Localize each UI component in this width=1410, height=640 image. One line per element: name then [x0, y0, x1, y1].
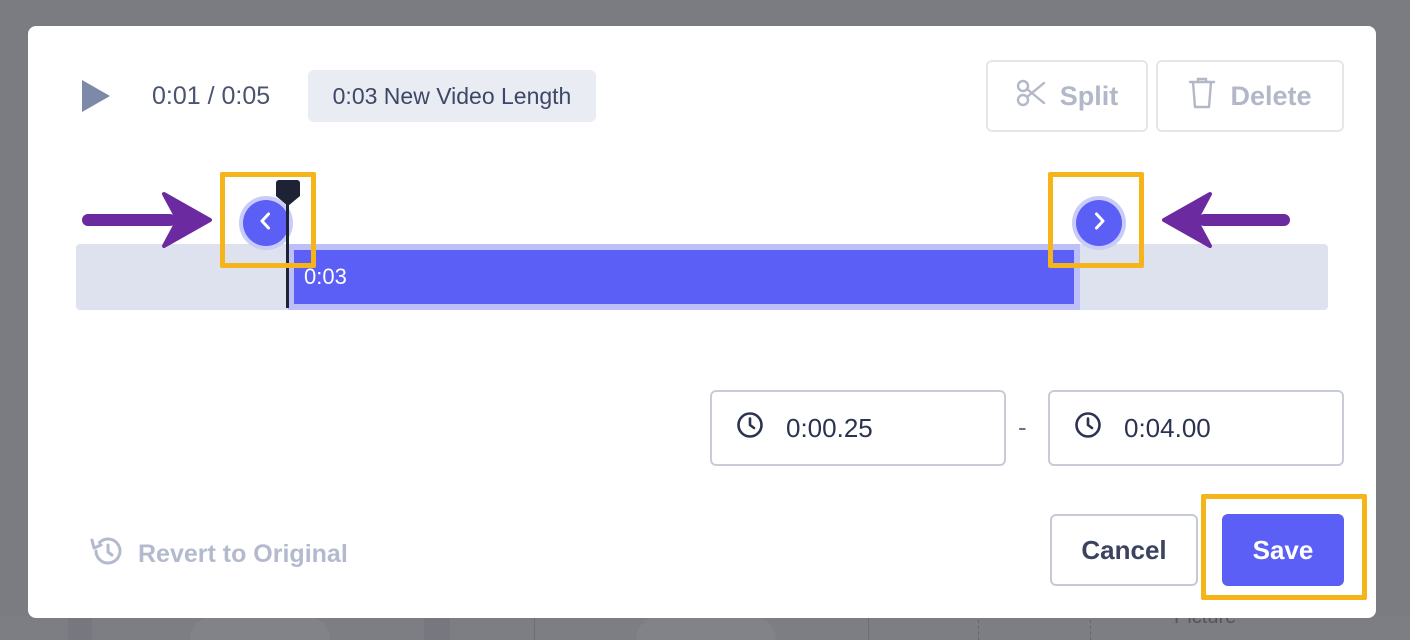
trim-end-input[interactable]: 0:04.00 [1048, 390, 1344, 466]
play-icon[interactable] [82, 80, 110, 112]
trim-start-value: 0:00.25 [786, 412, 873, 443]
highlight-right-handle [1048, 172, 1144, 268]
annotation-arrow-left-icon [1162, 192, 1290, 248]
background-bar [424, 616, 450, 640]
background-divider [868, 616, 869, 640]
highlight-left-handle [220, 172, 316, 268]
background-bar [68, 616, 92, 640]
trim-start-input[interactable]: 0:00.25 [710, 390, 1006, 466]
clock-icon [736, 411, 764, 446]
background-thumbnail [190, 616, 330, 640]
selected-range[interactable] [294, 250, 1074, 304]
trim-end-value: 0:04.00 [1124, 412, 1211, 443]
revert-label: Revert to Original [138, 540, 348, 568]
annotation-arrow-right-icon [82, 192, 212, 248]
revert-to-original-button[interactable]: Revert to Original [88, 534, 348, 575]
background-divider [1090, 620, 1091, 640]
background-thumbnail [636, 616, 776, 640]
scissors-icon [1016, 78, 1046, 115]
clock-icon [1074, 411, 1102, 446]
split-label: Split [1059, 80, 1119, 111]
history-icon [88, 534, 124, 575]
trash-icon [1188, 76, 1216, 117]
new-video-length-badge: 0:03 New Video Length [308, 70, 596, 122]
cancel-button[interactable]: Cancel [1050, 514, 1198, 586]
background-divider [534, 616, 535, 640]
background-divider [978, 620, 979, 640]
save-button[interactable]: Save [1222, 514, 1344, 586]
split-button[interactable]: Split [986, 60, 1148, 132]
delete-label: Delete [1230, 80, 1312, 111]
range-separator: - [1018, 412, 1027, 442]
delete-button[interactable]: Delete [1156, 60, 1344, 132]
time-display: 0:01 / 0:05 [152, 82, 271, 110]
